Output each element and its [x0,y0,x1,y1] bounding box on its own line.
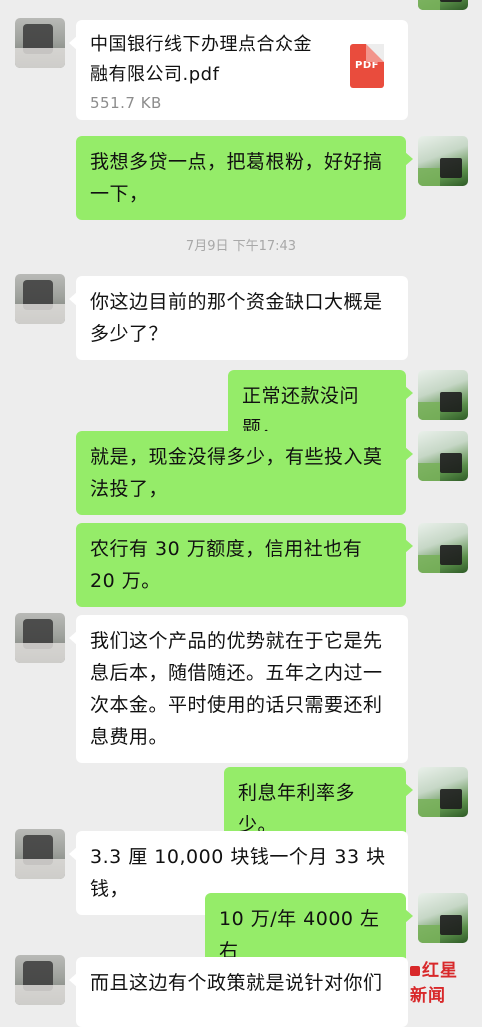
avatar[interactable] [15,829,65,879]
avatar[interactable] [15,955,65,1005]
avatar[interactable] [418,893,468,943]
avatar[interactable] [418,370,468,420]
message-bubble[interactable]: 你这边目前的那个资金缺口大概是多少了？ [69,276,408,360]
avatar[interactable] [418,0,468,10]
message-timestamp: 7月9日 下午17:43 [185,239,297,254]
watermark-logo: 红星新闻 [410,956,474,1006]
message-bubble[interactable]: 农行有 30 万额度，信用社也有 20 万。 [76,523,413,607]
red-star-news-watermark: 红星新闻 [410,956,474,1006]
pdf-file-icon: PDF [350,44,384,88]
avatar[interactable] [418,431,468,481]
avatar[interactable] [15,18,65,68]
avatar[interactable] [418,767,468,817]
file-message[interactable]: 中国银行线下办理点合众金融有限公司.pdf 551.7 KB PDF [69,20,408,120]
avatar[interactable] [418,136,468,186]
file-name: 中国银行线下办理点合众金融有限公司.pdf [90,34,312,85]
message-bubble[interactable]: 我们这个产品的优势就在于它是先息后本，随借随还。五年之内过一次本金。平时使用的话… [69,615,408,763]
red-star-logo-icon [410,966,420,976]
file-size: 551.7 KB [90,94,162,112]
message-bubble[interactable]: 我想多贷一点，把葛根粉，好好搞一下， [76,136,413,220]
avatar[interactable] [15,274,65,324]
message-bubble[interactable]: 而且这边有个政策就是说针对你们 [69,957,408,1027]
avatar[interactable] [418,523,468,573]
avatar[interactable] [15,613,65,663]
message-bubble[interactable]: 就是，现金没得多少，有些投入莫法投了， [76,431,413,515]
